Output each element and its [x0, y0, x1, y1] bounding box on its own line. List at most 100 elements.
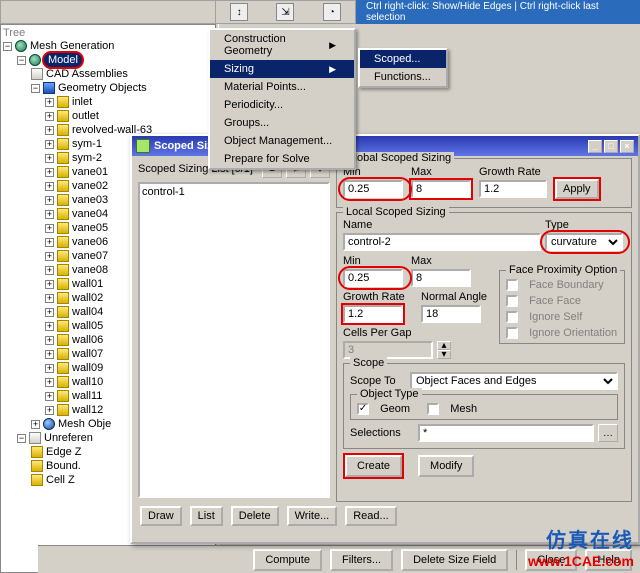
tool-icon-1[interactable]: ↕	[230, 3, 248, 21]
minimize-button[interactable]: _	[588, 140, 602, 153]
scope-group: Scope Scope To Object Faces and Edges Ob…	[343, 363, 625, 449]
local-min-label: Min	[343, 255, 407, 267]
name-label: Name	[343, 219, 541, 231]
normal-angle-input[interactable]	[421, 305, 481, 323]
folder-icon	[57, 222, 69, 234]
folder-icon	[57, 376, 69, 388]
global-min-input[interactable]	[343, 180, 403, 198]
chk-ignore-orientation[interactable]	[506, 327, 518, 339]
local-sizing-group: Local Scoped Sizing Name Type curvature	[336, 212, 632, 502]
scope-legend: Scope	[350, 357, 387, 369]
folder-icon	[57, 334, 69, 346]
create-button[interactable]: Create	[345, 455, 402, 477]
normal-angle-label: Normal Angle	[421, 291, 495, 303]
global-gr-input[interactable]	[479, 180, 547, 198]
global-max-input[interactable]	[411, 180, 471, 198]
ctx-item[interactable]: Construction Geometry▶	[210, 30, 354, 60]
tool-icon-3[interactable]: ◔	[323, 3, 341, 21]
folder-icon	[57, 194, 69, 206]
apply-button[interactable]: Apply	[555, 179, 599, 199]
ctx-item[interactable]: Object Management...	[210, 132, 354, 150]
modify-button[interactable]: Modify	[418, 455, 474, 477]
filters-button[interactable]: Filters...	[330, 549, 393, 571]
ctx-item[interactable]: Material Points...	[210, 78, 354, 96]
folder-icon	[57, 320, 69, 332]
folder-icon	[57, 362, 69, 374]
face-proximity-group: Face Proximity Option Face Boundary Face…	[499, 270, 625, 344]
maximize-button[interactable]: □	[604, 140, 618, 153]
ctx-sub-item[interactable]: Scoped...	[360, 50, 446, 68]
delete-size-field-button[interactable]: Delete Size Field	[401, 549, 508, 571]
folder-icon	[57, 166, 69, 178]
draw-button[interactable]: Draw	[140, 506, 182, 526]
local-gr-input[interactable]	[343, 305, 403, 323]
list-item[interactable]: control-1	[142, 186, 326, 198]
folder-icon	[57, 292, 69, 304]
write-button[interactable]: Write...	[287, 506, 338, 526]
folder-icon	[57, 152, 69, 164]
ctx-item[interactable]: Periodicity...	[210, 96, 354, 114]
close-button[interactable]: ×	[620, 140, 634, 153]
sizing-list[interactable]: control-1	[138, 182, 330, 498]
type-label: Type	[545, 219, 625, 231]
scoped-sizing-dialog: Scoped Sizing _ □ × Scoped Sizing List […	[130, 134, 640, 544]
list-button[interactable]: List	[190, 506, 223, 526]
lbl-ignore-self: Ignore Self	[529, 311, 582, 323]
tree-node-root[interactable]: − Mesh Generation	[3, 39, 213, 53]
globe-icon	[15, 40, 27, 52]
chk-mesh[interactable]	[427, 403, 439, 415]
type-select[interactable]: curvature	[545, 233, 623, 251]
toolbar-icon-strip: ↕ ⇲ ◔	[216, 0, 356, 24]
folder-icon	[57, 96, 69, 108]
selections-label: Selections	[350, 427, 414, 439]
local-max-input[interactable]	[411, 269, 471, 287]
tree-node-model[interactable]: − Model	[3, 53, 213, 67]
folder-icon	[57, 180, 69, 192]
ctx-item[interactable]: Prepare for Solve	[210, 150, 354, 168]
scope-to-label: Scope To	[350, 375, 406, 387]
chk-ignore-self[interactable]	[506, 311, 518, 323]
compute-button[interactable]: Compute	[253, 549, 322, 571]
local-min-input[interactable]	[343, 269, 403, 287]
divider	[516, 550, 517, 570]
fp-legend: Face Proximity Option	[506, 264, 620, 276]
tree-node-item[interactable]: +outlet	[3, 109, 213, 123]
ctx-item[interactable]: Groups...	[210, 114, 354, 132]
chk-geom[interactable]	[357, 403, 369, 415]
ctx-sub-item[interactable]: Functions...	[360, 68, 446, 86]
folder-icon	[57, 110, 69, 122]
folder-icon	[57, 138, 69, 150]
cpg-down[interactable]: ▾	[437, 350, 451, 359]
tree-node-item[interactable]: +inlet	[3, 95, 213, 109]
tool-icon-2[interactable]: ⇲	[276, 3, 294, 21]
globe-icon	[29, 54, 41, 66]
scope-to-select[interactable]: Object Faces and Edges	[410, 372, 618, 390]
folder-icon	[57, 264, 69, 276]
tree-node-cad[interactable]: CAD Assemblies	[3, 67, 213, 81]
folder-icon	[31, 460, 43, 472]
name-input[interactable]	[343, 233, 541, 251]
folder-icon	[57, 208, 69, 220]
context-menu[interactable]: Construction Geometry▶Sizing▶Material Po…	[208, 28, 356, 170]
local-max-label: Max	[411, 255, 475, 267]
read-button[interactable]: Read...	[345, 506, 396, 526]
tree-title: Tree	[1, 25, 215, 39]
context-submenu[interactable]: Scoped...Functions...	[358, 48, 448, 88]
mesh-icon	[43, 418, 55, 430]
selections-input[interactable]	[418, 424, 594, 442]
folder-icon	[57, 348, 69, 360]
toolbar-hint: Ctrl right-click: Show/Hide Edges | Ctrl…	[356, 0, 640, 24]
ctx-item[interactable]: Sizing▶	[210, 60, 354, 78]
folder-icon	[57, 250, 69, 262]
cells-per-gap-label: Cells Per Gap	[343, 327, 495, 339]
folder-icon	[31, 446, 43, 458]
selections-browse[interactable]: …	[598, 424, 618, 442]
delete-button[interactable]: Delete	[231, 506, 279, 526]
chk-face-face[interactable]	[506, 295, 518, 307]
chk-face-boundary[interactable]	[506, 279, 518, 291]
tree-node-geom[interactable]: − Geometry Objects	[3, 81, 213, 95]
dialog-bottom-buttons: Draw List Delete Write... Read...	[132, 502, 638, 526]
global-max-label: Max	[411, 166, 475, 178]
object-type-group: Object Type Geom Mesh	[350, 394, 618, 420]
lbl-ignore-orientation: Ignore Orientation	[529, 327, 617, 339]
